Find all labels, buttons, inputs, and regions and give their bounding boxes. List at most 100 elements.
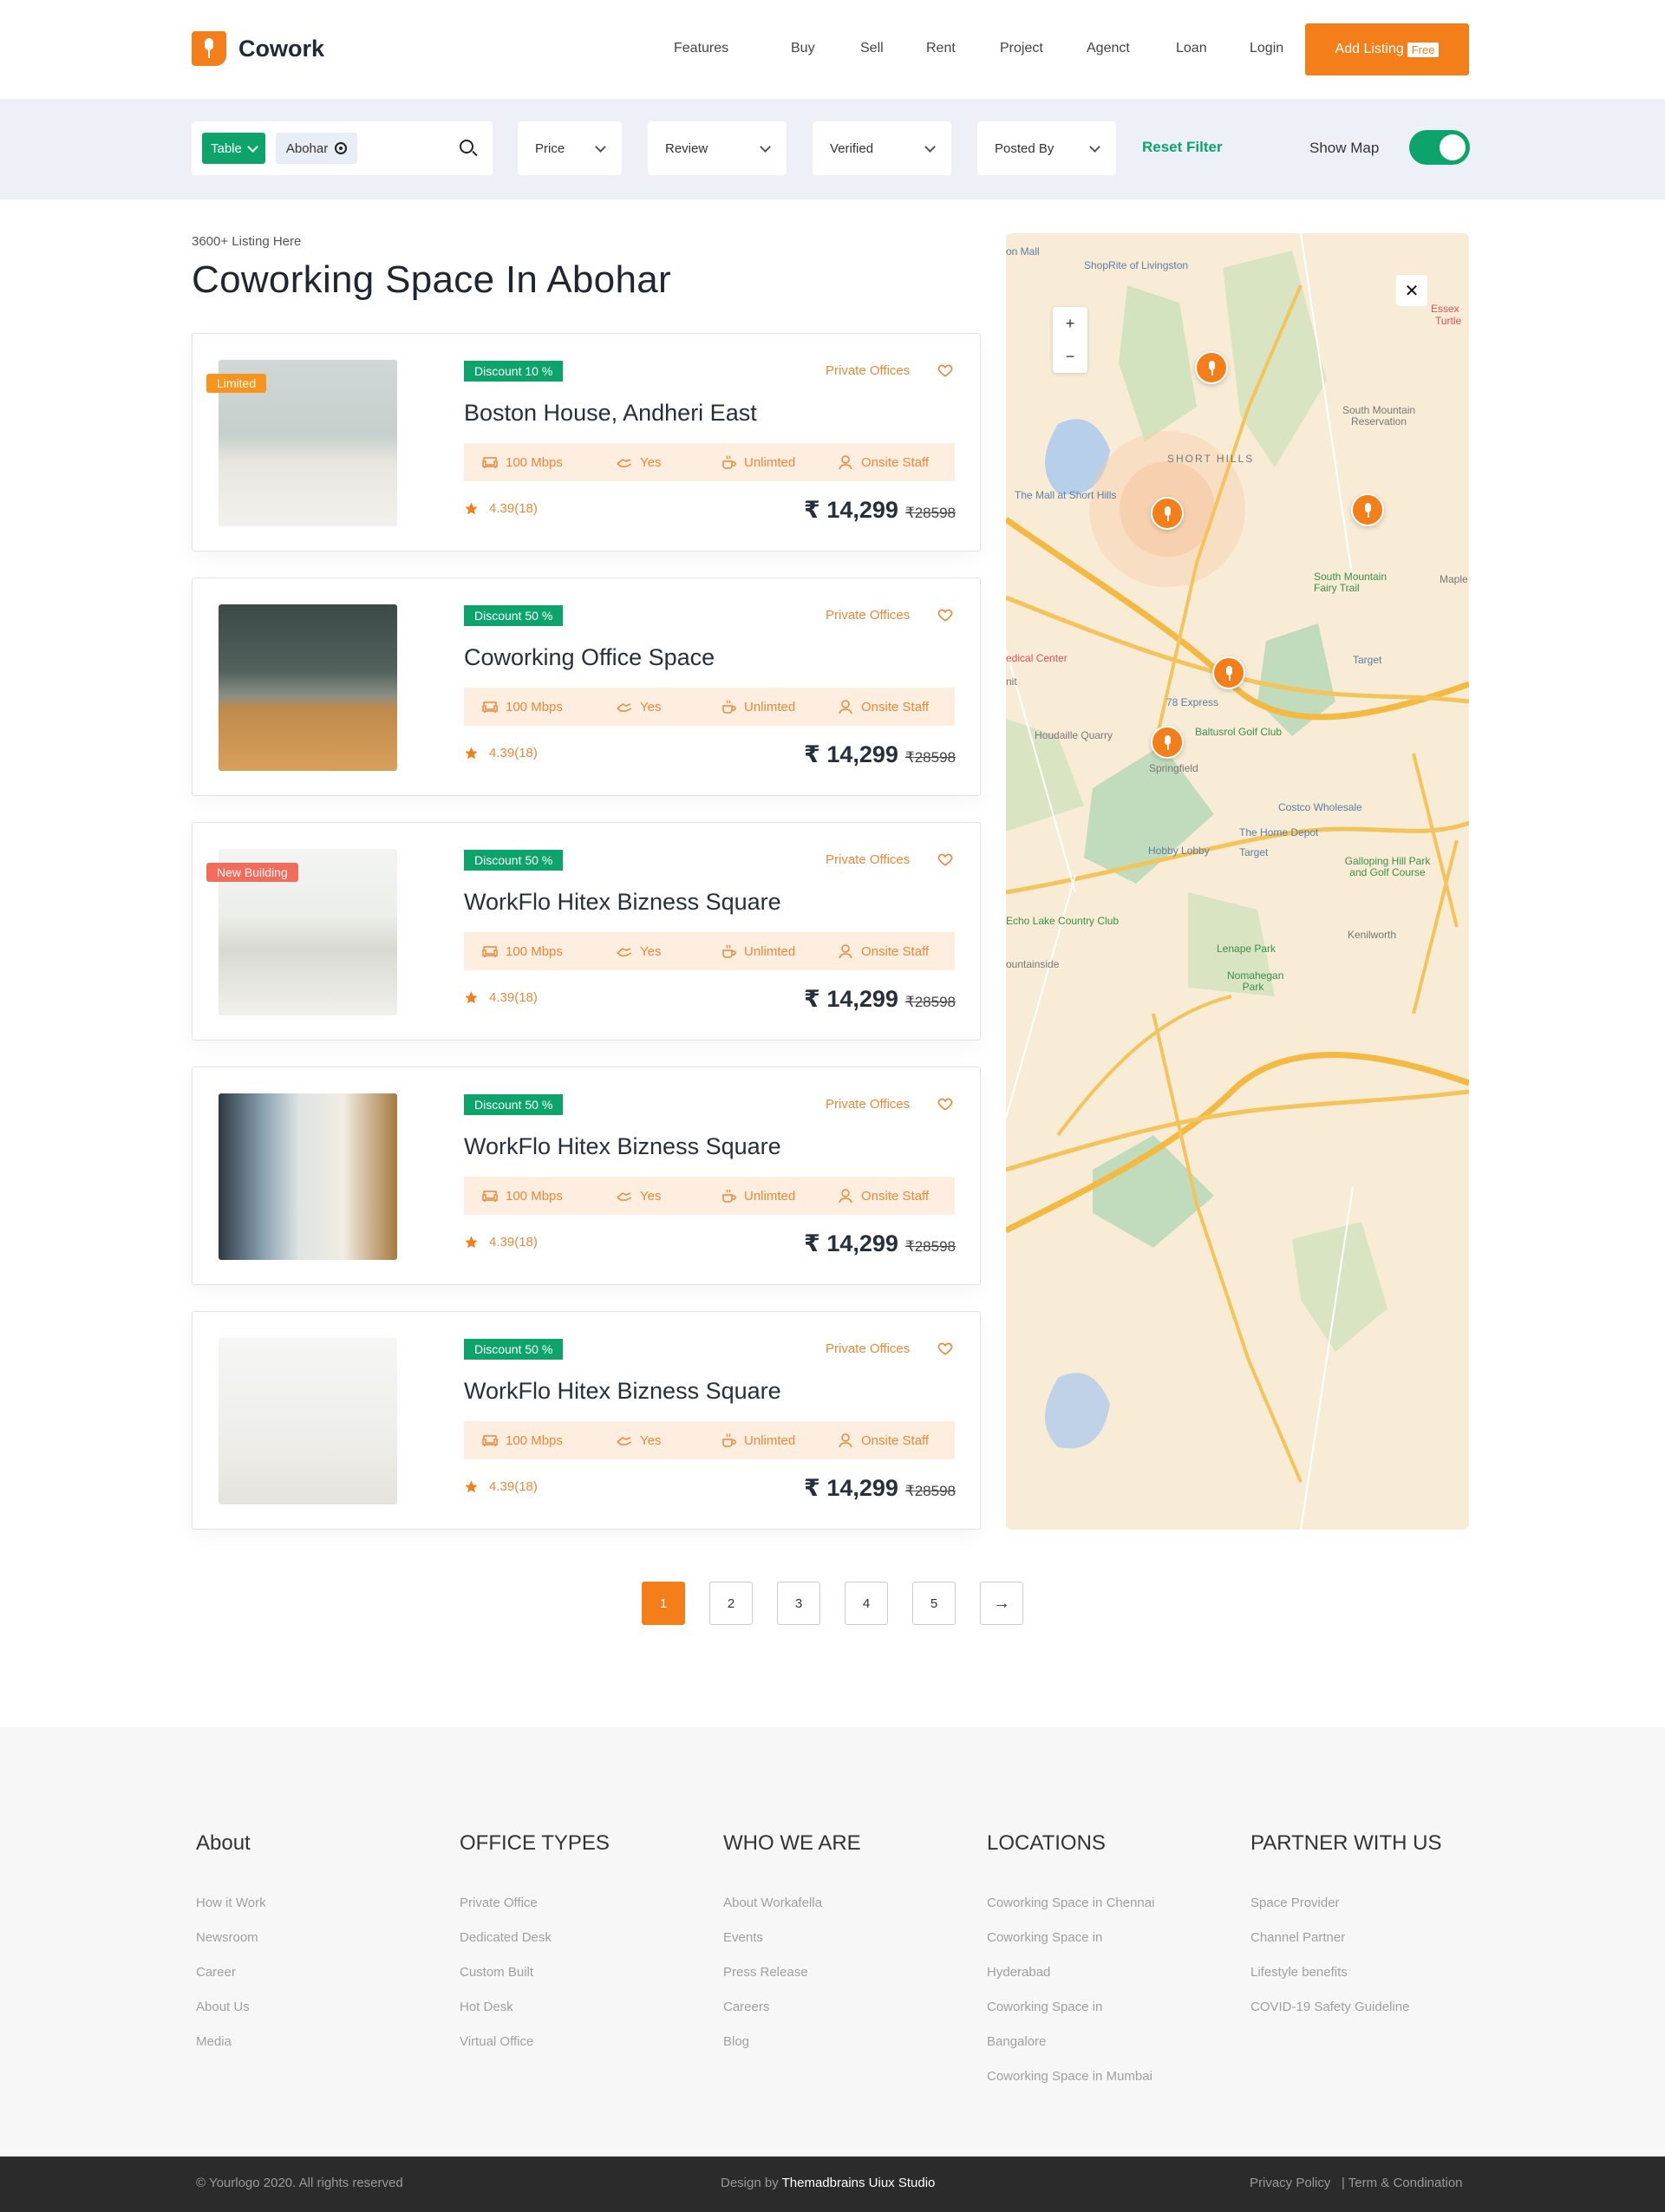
verified-label: Verified: [830, 140, 874, 156]
couch-icon: [482, 457, 498, 468]
amenity-internet-value: 100 Mbps: [506, 454, 563, 470]
footer-link[interactable]: Careers: [723, 2000, 861, 2014]
heart-icon[interactable]: [937, 362, 954, 379]
listing-card[interactable]: Discount 50 % Private Offices Coworking …: [192, 577, 981, 796]
add-listing-button[interactable]: Add Listing Free: [1305, 23, 1469, 75]
search-icon[interactable]: [460, 140, 473, 153]
listing-map-marker[interactable]: [1351, 493, 1384, 526]
footer-link[interactable]: Virtual Office: [460, 2034, 610, 2049]
view-mode-select[interactable]: Table: [202, 133, 265, 164]
amenity-staff-value: Onsite Staff: [861, 943, 930, 959]
footer-link[interactable]: Press Release: [723, 1965, 861, 1980]
footer-link[interactable]: Events: [723, 1930, 861, 1945]
listing-title[interactable]: WorkFlo Hitex Bizness Square: [464, 1133, 781, 1160]
footer-link[interactable]: Coworking Space in: [987, 1930, 1154, 1945]
map-close-button[interactable]: ✕: [1396, 275, 1427, 306]
map-panel[interactable]: on Mall ShopRite of Livingston Essex Tur…: [1006, 233, 1469, 1530]
reset-filter-link[interactable]: Reset Filter: [1142, 139, 1223, 156]
listing-photo[interactable]: [219, 1093, 397, 1260]
heart-icon[interactable]: [937, 1095, 954, 1113]
page-button[interactable]: 5: [912, 1582, 956, 1625]
footer-link[interactable]: Blog: [723, 2034, 861, 2049]
map-label: South Mountain Fairy Trail: [1314, 571, 1388, 594]
nav-rent[interactable]: Rent: [926, 41, 956, 56]
listing-map-marker[interactable]: [1151, 497, 1184, 530]
listing-card[interactable]: Limited Discount 10 % Private Offices Bo…: [192, 333, 981, 551]
nav-loan[interactable]: Loan: [1176, 41, 1207, 56]
listing-card[interactable]: Discount 50 % Private Offices WorkFlo Hi…: [192, 1067, 981, 1285]
footer-link[interactable]: Dedicated Desk: [460, 1930, 610, 1945]
footer-link[interactable]: Coworking Space in Chennai: [987, 1896, 1154, 1910]
footer-link[interactable]: Coworking Space in: [987, 2000, 1154, 2014]
listing-title[interactable]: Coworking Office Space: [464, 644, 715, 671]
listing-title[interactable]: WorkFlo Hitex Bizness Square: [464, 889, 781, 916]
footer-link[interactable]: Channel Partner: [1250, 1930, 1441, 1945]
footer-link[interactable]: Hot Desk: [460, 2000, 610, 2014]
footer-link[interactable]: Media: [196, 2034, 266, 2049]
footer-link[interactable]: Custom Built: [460, 1965, 610, 1980]
footer-link[interactable]: Bangalore: [987, 2034, 1154, 2049]
listing-title[interactable]: Boston House, Andheri East: [464, 400, 757, 427]
heart-icon[interactable]: [937, 851, 954, 868]
listing-title[interactable]: WorkFlo Hitex Bizness Square: [464, 1378, 781, 1405]
footer-link[interactable]: How it Work: [196, 1896, 266, 1910]
page-button[interactable]: 1: [642, 1582, 685, 1625]
coffee-icon: [722, 700, 736, 714]
footer-link[interactable]: About Workafella: [723, 1896, 861, 1910]
zoom-in-button[interactable]: +: [1053, 307, 1087, 340]
page-button[interactable]: 3: [777, 1582, 820, 1625]
heart-icon[interactable]: [937, 606, 954, 623]
design-by-label: Design by: [721, 2176, 779, 2190]
user-icon: [839, 455, 852, 470]
nav-sell[interactable]: Sell: [860, 41, 884, 56]
next-page-arrow-icon[interactable]: →: [980, 1582, 1023, 1625]
footer-link[interactable]: Career: [196, 1965, 266, 1980]
listing-map-marker[interactable]: [1195, 351, 1228, 384]
listing-card[interactable]: Discount 50 % Private Offices WorkFlo Hi…: [192, 1311, 981, 1530]
footer-link[interactable]: Lifestyle benefits: [1250, 1965, 1441, 1980]
studio-link[interactable]: Themadbrains Uiux Studio: [782, 2176, 936, 2190]
nav-agenct[interactable]: Agenct: [1087, 41, 1130, 56]
chevron-down-icon: [1089, 140, 1100, 153]
zoom-out-button[interactable]: −: [1053, 340, 1087, 373]
show-map-toggle[interactable]: [1409, 130, 1470, 165]
free-badge: Free: [1407, 42, 1440, 57]
verified-dropdown[interactable]: Verified: [813, 121, 951, 175]
location-tag[interactable]: Abohar: [275, 133, 358, 164]
search-box[interactable]: Table Abohar: [192, 121, 493, 175]
nav-login[interactable]: Login: [1250, 41, 1283, 56]
page-button[interactable]: 4: [845, 1582, 888, 1625]
listing-photo[interactable]: [219, 1338, 397, 1504]
footer-heading: WHO WE ARE: [723, 1831, 861, 1855]
listing-photo[interactable]: [219, 604, 397, 771]
chevron-down-icon: [246, 140, 258, 153]
map-label: Baltusrol Golf Club: [1195, 726, 1283, 738]
couch-icon: [482, 946, 498, 957]
footer-link[interactable]: About Us: [196, 2000, 266, 2014]
privacy-link[interactable]: Privacy Policy: [1250, 2176, 1330, 2190]
footer-link[interactable]: Space Provider: [1250, 1896, 1441, 1910]
price-dropdown[interactable]: Price: [518, 121, 622, 175]
price-label: Price: [535, 140, 565, 156]
amenity-coffee-value: Unlimted: [744, 1432, 796, 1448]
nav-features[interactable]: Features: [674, 41, 728, 56]
nav-project[interactable]: Project: [1000, 41, 1043, 56]
footer-link[interactable]: COVID-19 Safety Guideline: [1250, 2000, 1441, 2014]
listing-map-marker[interactable]: [1212, 656, 1245, 689]
rating: 4.39(18): [464, 501, 538, 516]
listing-card[interactable]: New Building Discount 50 % Private Offic…: [192, 822, 981, 1041]
old-price: ₹28598: [904, 1238, 956, 1255]
terms-link[interactable]: | Term & Condination: [1342, 2176, 1463, 2190]
map-label: Hobby Lobby: [1148, 845, 1210, 857]
page-button[interactable]: 2: [709, 1582, 753, 1625]
amenity-coffee: Unlimted: [720, 454, 795, 470]
review-dropdown[interactable]: Review: [648, 121, 787, 175]
footer-link[interactable]: Private Office: [460, 1896, 610, 1910]
nav-buy[interactable]: Buy: [791, 41, 815, 56]
footer-link[interactable]: Newsroom: [196, 1930, 266, 1945]
footer-link[interactable]: Coworking Space in Mumbai: [987, 2069, 1154, 2084]
listing-map-marker[interactable]: [1151, 726, 1184, 759]
posted-by-dropdown[interactable]: Posted By: [977, 121, 1116, 175]
heart-icon[interactable]: [937, 1340, 954, 1357]
footer-link[interactable]: Hyderabad: [987, 1965, 1154, 1980]
